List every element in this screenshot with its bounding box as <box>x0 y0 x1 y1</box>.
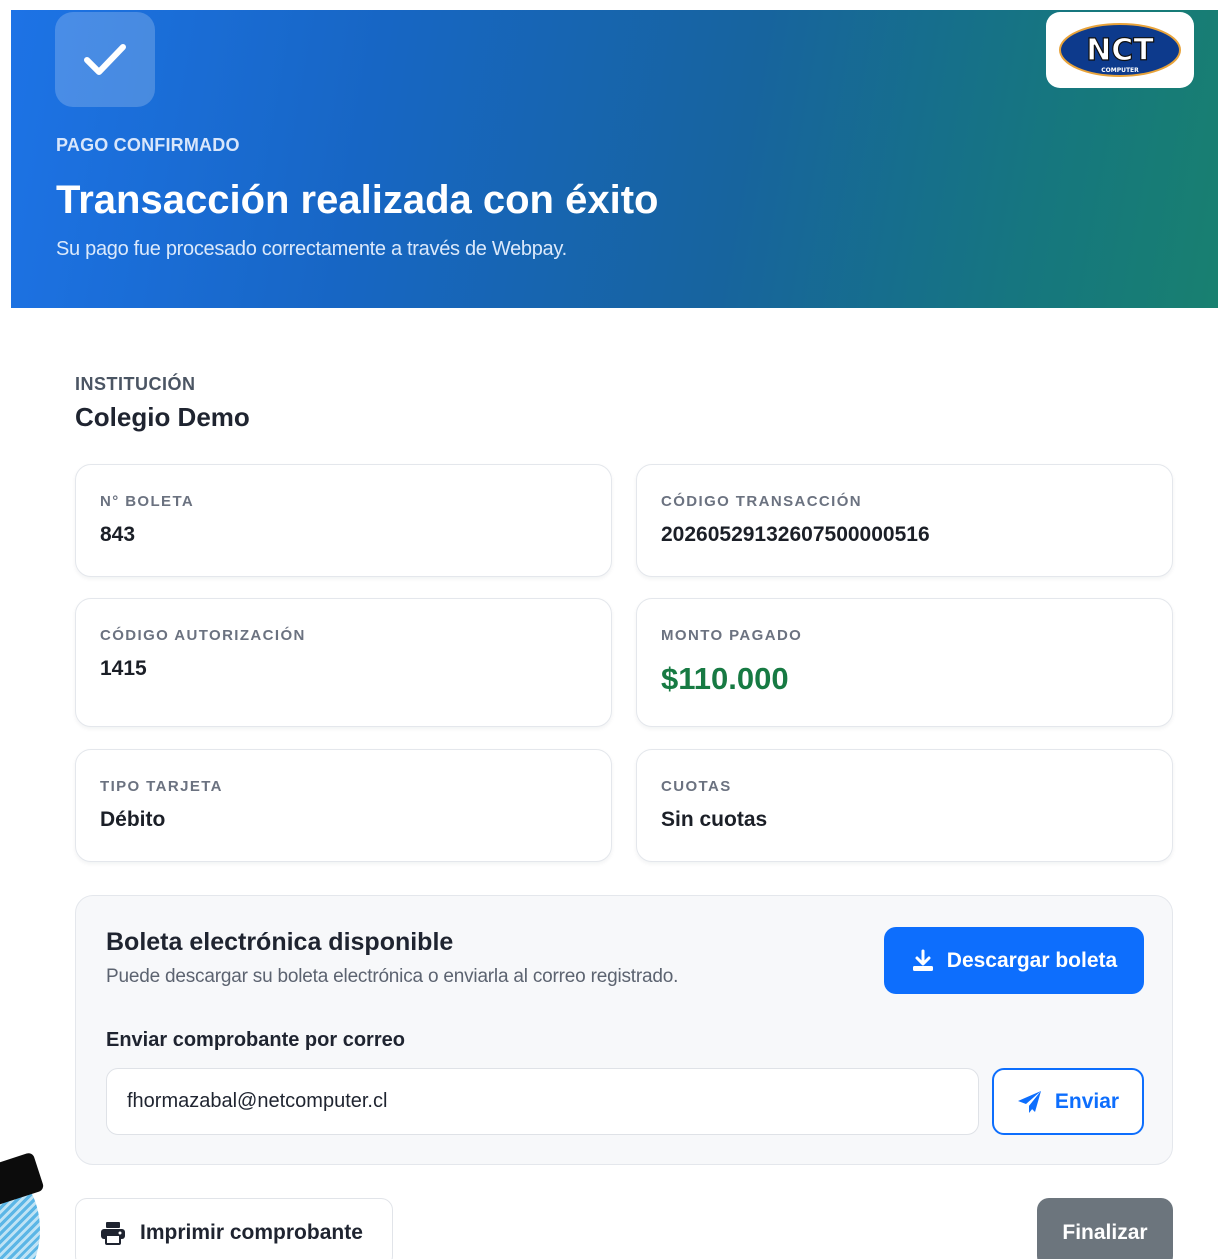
detail-card-transaccion: CÓDIGO TRANSACCIÓN 202605291326075000005… <box>636 464 1173 577</box>
institution-label: INSTITUCIÓN <box>75 374 196 394</box>
detail-card-autorizacion: CÓDIGO AUTORIZACIÓN 1415 <box>75 598 612 727</box>
detail-label: CUOTAS <box>661 778 732 795</box>
detail-value: Débito <box>100 808 166 831</box>
paper-plane-icon <box>1017 1090 1041 1113</box>
status-eyebrow: PAGO CONFIRMADO <box>56 135 240 155</box>
boleta-title: Boleta electrónica disponible <box>106 928 454 956</box>
detail-card-boleta: N° BOLETA 843 <box>75 464 612 577</box>
email-label: Enviar comprobante por correo <box>106 1029 405 1051</box>
company-logo: NCT COMPUTER <box>1046 12 1194 88</box>
download-icon <box>912 949 933 971</box>
decorative-swirl <box>0 1150 60 1259</box>
send-email-button[interactable]: Enviar <box>992 1068 1144 1135</box>
download-boleta-button[interactable]: Descargar boleta <box>884 927 1144 994</box>
detail-label: N° BOLETA <box>100 493 195 510</box>
print-label: Imprimir comprobante <box>140 1221 363 1244</box>
check-icon <box>84 43 126 75</box>
detail-value: Sin cuotas <box>661 808 768 831</box>
email-input[interactable] <box>106 1068 979 1135</box>
detail-value: 20260529132607500000516 <box>661 523 930 546</box>
detail-label: MONTO PAGADO <box>661 627 803 644</box>
page-title: Transacción realizada con éxito <box>56 178 659 222</box>
printer-icon <box>101 1222 125 1245</box>
detail-value: 1415 <box>100 657 147 680</box>
print-receipt-button[interactable]: Imprimir comprobante <box>75 1198 393 1259</box>
success-badge <box>55 12 155 107</box>
institution-name: Colegio Demo <box>75 402 250 432</box>
download-label: Descargar boleta <box>946 948 1118 972</box>
svg-text:NCT: NCT <box>1086 33 1154 68</box>
detail-value: 843 <box>100 523 136 546</box>
finish-button[interactable]: Finalizar <box>1037 1198 1173 1259</box>
detail-label: CÓDIGO TRANSACCIÓN <box>661 493 863 510</box>
detail-card-cuotas: CUOTAS Sin cuotas <box>636 749 1173 862</box>
svg-text:COMPUTER: COMPUTER <box>1101 67 1139 74</box>
confirmation-header: NCT COMPUTER PAGO CONFIRMADO Transacción… <box>11 10 1218 308</box>
boleta-description: Puede descargar su boleta electrónica o … <box>106 966 679 987</box>
page-subtitle: Su pago fue procesado correctamente a tr… <box>56 238 567 260</box>
boleta-panel: Boleta electrónica disponible Puede desc… <box>75 895 1173 1165</box>
detail-card-monto: MONTO PAGADO $110.000 <box>636 598 1173 727</box>
detail-label: CÓDIGO AUTORIZACIÓN <box>100 627 306 644</box>
detail-card-tarjeta: TIPO TARJETA Débito <box>75 749 612 862</box>
detail-label: TIPO TARJETA <box>100 778 223 795</box>
send-label: Enviar <box>1054 1089 1120 1113</box>
amount-value: $110.000 <box>661 661 789 696</box>
